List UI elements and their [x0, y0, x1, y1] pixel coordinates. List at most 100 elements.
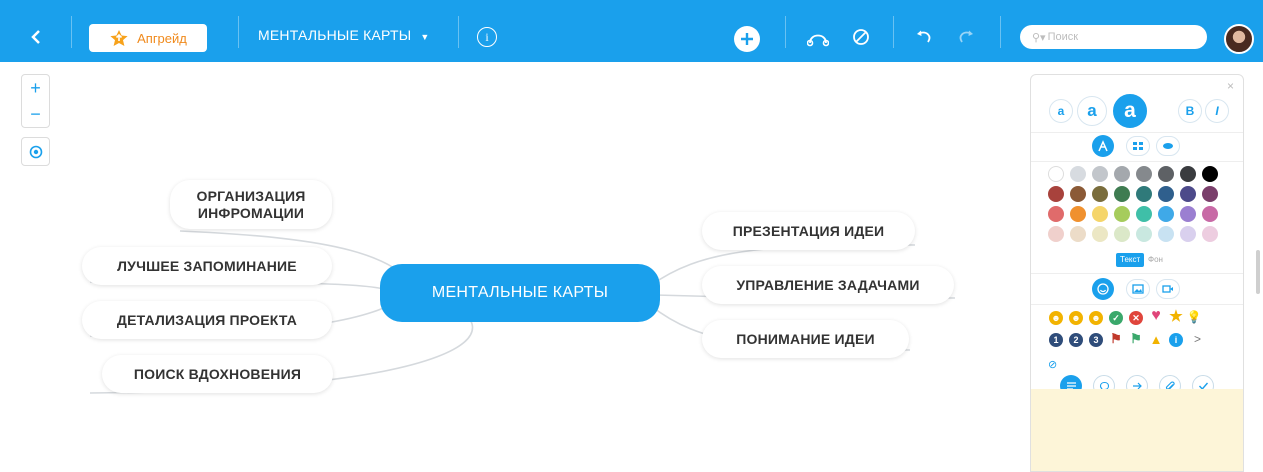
color-swatch[interactable] — [1180, 206, 1196, 222]
color-swatch[interactable] — [1070, 166, 1086, 182]
back-button[interactable] — [26, 25, 46, 49]
italic-button[interactable]: I — [1205, 99, 1229, 123]
node-idea-presentation[interactable]: ПРЕЗЕНТАЦИЯ ИДЕИ — [702, 212, 915, 250]
emoji-tab[interactable] — [1092, 278, 1114, 300]
add-node-button[interactable] — [734, 26, 760, 52]
central-node[interactable]: МЕНТАЛЬНЫЕ КАРТЫ — [380, 264, 660, 322]
red-flag-icon[interactable]: ⚑ — [1109, 331, 1123, 346]
color-swatch[interactable] — [1202, 206, 1218, 222]
video-tab[interactable] — [1156, 279, 1180, 299]
info-button[interactable]: i — [477, 27, 497, 47]
node-task-management[interactable]: УПРАВЛЕНИЕ ЗАДАЧАМИ — [702, 266, 954, 304]
search-icon: ⚲▾ — [1032, 31, 1046, 44]
star-icon[interactable]: ★ — [1169, 308, 1183, 325]
color-swatch[interactable] — [1136, 166, 1152, 182]
number-three-icon[interactable]: 3 — [1089, 333, 1103, 347]
tab-text[interactable]: Текст — [1116, 253, 1145, 267]
disable-button[interactable] — [850, 26, 872, 48]
color-swatch[interactable] — [1202, 166, 1218, 182]
emoji-sad-icon[interactable]: ☻ — [1089, 311, 1103, 325]
node-organize-info[interactable]: ОРГАНИЗАЦИЯ ИНФРОМАЦИИ — [170, 180, 332, 229]
central-node-label: МЕНТАЛЬНЫЕ КАРТЫ — [431, 284, 609, 301]
color-swatch[interactable] — [1180, 166, 1196, 182]
color-swatch[interactable] — [1158, 166, 1174, 182]
color-swatch[interactable] — [1048, 206, 1064, 222]
user-avatar[interactable] — [1224, 24, 1254, 54]
node-idea-understanding[interactable]: ПОНИМАНИЕ ИДЕИ — [702, 320, 909, 358]
color-swatch[interactable] — [1114, 226, 1130, 242]
color-swatch[interactable] — [1136, 226, 1152, 242]
close-icon[interactable]: × — [1227, 79, 1234, 93]
upgrade-button[interactable]: Апгрейд — [89, 24, 207, 52]
color-swatch[interactable] — [1136, 186, 1152, 202]
image-tab[interactable] — [1126, 279, 1150, 299]
node-label: ПОИСК ВДОХНОВЕНИЯ — [133, 365, 302, 382]
color-swatch[interactable] — [1114, 186, 1130, 202]
shape-icon — [1133, 142, 1143, 150]
info-circle-icon[interactable]: i — [1169, 333, 1183, 347]
toolbar-divider — [893, 16, 894, 48]
node-inspiration-search[interactable]: ПОИСК ВДОХНОВЕНИЯ — [102, 355, 333, 393]
panel-divider — [1031, 161, 1243, 162]
search-input[interactable]: ⚲▾ Поиск — [1020, 25, 1207, 49]
color-swatch[interactable] — [1092, 226, 1108, 242]
color-swatch[interactable] — [1158, 226, 1174, 242]
color-swatch[interactable] — [1114, 206, 1130, 222]
map-title-dropdown[interactable]: МЕНТАЛЬНЫЕ КАРТЫ ▼ — [258, 27, 430, 43]
bold-label: B — [1185, 104, 1195, 118]
text-color-tab[interactable] — [1092, 135, 1114, 157]
font-size-large-label: a — [1124, 99, 1136, 122]
relationship-button[interactable] — [806, 26, 830, 50]
zoom-out-button[interactable]: − — [22, 101, 49, 127]
color-swatch[interactable] — [1048, 226, 1064, 242]
node-better-memorization[interactable]: ЛУЧШЕЕ ЗАПОМИНАНИЕ — [82, 247, 332, 285]
color-swatch[interactable] — [1202, 226, 1218, 242]
font-size-large-button[interactable]: a — [1113, 94, 1147, 128]
node-project-detailing[interactable]: ДЕТАЛИЗАЦИЯ ПРОЕКТА — [82, 301, 332, 339]
color-swatch[interactable] — [1070, 186, 1086, 202]
color-swatch[interactable] — [1136, 206, 1152, 222]
emoji-happy-icon[interactable]: ☻ — [1049, 311, 1063, 325]
color-swatch[interactable] — [1048, 186, 1064, 202]
emoji-neutral-icon[interactable]: ☻ — [1069, 311, 1083, 325]
shape-style-tab[interactable] — [1126, 136, 1150, 156]
oval-icon — [1163, 143, 1173, 149]
number-one-icon[interactable]: 1 — [1049, 333, 1063, 347]
scrollbar-thumb[interactable] — [1256, 250, 1260, 294]
green-flag-icon[interactable]: ⚑ — [1129, 331, 1143, 346]
font-size-medium-button[interactable]: a — [1077, 96, 1107, 126]
map-title: МЕНТАЛЬНЫЕ КАРТЫ — [258, 27, 412, 43]
color-swatch[interactable] — [1092, 206, 1108, 222]
center-map-button[interactable] — [21, 137, 50, 166]
number-two-icon[interactable]: 2 — [1069, 333, 1083, 347]
clear-icon[interactable]: ⊘ — [1048, 358, 1057, 371]
number-one-label: 1 — [1053, 335, 1059, 345]
color-swatch[interactable] — [1114, 166, 1130, 182]
heart-icon[interactable]: ♥ — [1149, 307, 1163, 324]
color-swatch[interactable] — [1158, 206, 1174, 222]
undo-button[interactable] — [913, 26, 935, 48]
zoom-in-button[interactable]: + — [22, 75, 49, 101]
italic-label: I — [1215, 104, 1219, 118]
lightbulb-icon[interactable]: 💡 — [1187, 310, 1202, 324]
color-swatch[interactable] — [1092, 166, 1108, 182]
notes-area[interactable] — [1031, 389, 1243, 471]
color-swatch[interactable] — [1048, 166, 1064, 182]
color-swatch[interactable] — [1202, 186, 1218, 202]
redo-button[interactable] — [955, 26, 977, 48]
color-swatch[interactable] — [1158, 186, 1174, 202]
cross-circle-icon[interactable]: ✕ — [1129, 311, 1143, 325]
font-size-small-button[interactable]: a — [1049, 99, 1073, 123]
border-style-tab[interactable] — [1156, 136, 1180, 156]
color-swatch[interactable] — [1070, 206, 1086, 222]
tab-text-label: Текст — [1120, 255, 1141, 264]
tab-background[interactable]: Фон — [1148, 253, 1163, 267]
color-swatch[interactable] — [1180, 226, 1196, 242]
check-circle-icon[interactable]: ✓ — [1109, 311, 1123, 325]
color-swatch[interactable] — [1070, 226, 1086, 242]
warning-icon[interactable]: ▲ — [1149, 332, 1163, 347]
bold-button[interactable]: B — [1178, 99, 1202, 123]
color-swatch[interactable] — [1180, 186, 1196, 202]
more-icons-button[interactable]: > — [1194, 332, 1201, 346]
color-swatch[interactable] — [1092, 186, 1108, 202]
